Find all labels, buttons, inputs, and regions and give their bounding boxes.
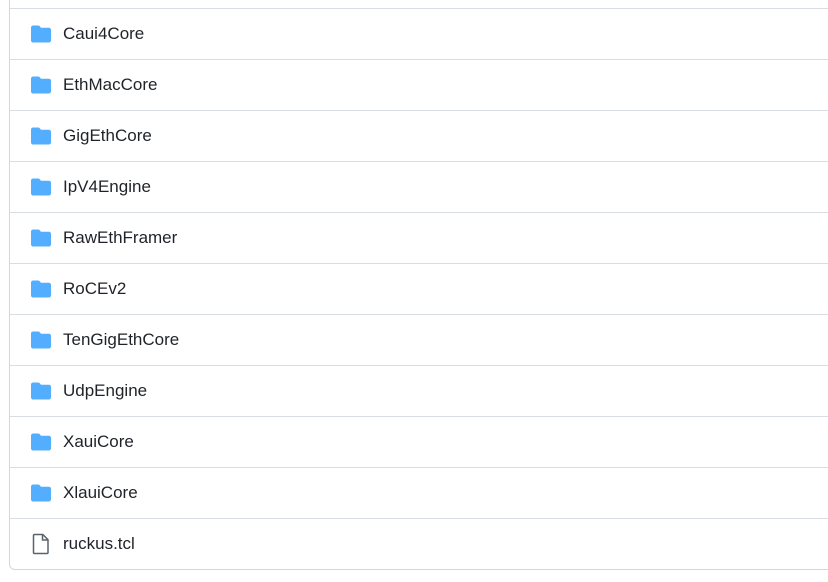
folder-icon: [30, 431, 52, 453]
item-name[interactable]: TenGigEthCore: [63, 330, 179, 350]
folder-icon: [30, 278, 52, 300]
item-name[interactable]: UdpEngine: [63, 381, 147, 401]
list-item-udpengine[interactable]: UdpEngine: [10, 365, 828, 416]
list-item-gigethcore[interactable]: GigEthCore: [10, 110, 828, 161]
folder-icon: [30, 380, 52, 402]
file-icon: [30, 533, 52, 555]
item-name[interactable]: Caui4Core: [63, 24, 144, 44]
list-item-tengigethcore[interactable]: TenGigEthCore: [10, 314, 828, 365]
folder-icon: [30, 227, 52, 249]
list-item-rawethframer[interactable]: RawEthFramer: [10, 212, 828, 263]
item-name[interactable]: GigEthCore: [63, 126, 152, 146]
list-item-rocev2[interactable]: RoCEv2: [10, 263, 828, 314]
file-list: Caui4Core EthMacCore GigEthCore IpV4Engi…: [9, 0, 828, 570]
list-item-caui4core[interactable]: Caui4Core: [10, 8, 828, 59]
item-name[interactable]: RoCEv2: [63, 279, 126, 299]
folder-icon: [30, 176, 52, 198]
item-name[interactable]: XlauiCore: [63, 483, 138, 503]
folder-icon: [30, 23, 52, 45]
item-name[interactable]: EthMacCore: [63, 75, 157, 95]
folder-icon: [30, 125, 52, 147]
list-item-xlauicore[interactable]: XlauiCore: [10, 467, 828, 518]
item-name[interactable]: ruckus.tcl: [63, 534, 135, 554]
list-item-ipv4engine[interactable]: IpV4Engine: [10, 161, 828, 212]
list-item-xauicore[interactable]: XauiCore: [10, 416, 828, 467]
list-item-ruckus-tcl[interactable]: ruckus.tcl: [10, 518, 828, 569]
folder-icon: [30, 482, 52, 504]
folder-icon: [30, 329, 52, 351]
folder-icon: [30, 74, 52, 96]
item-name[interactable]: XauiCore: [63, 432, 134, 452]
list-item-ethmaccore[interactable]: EthMacCore: [10, 59, 828, 110]
item-name[interactable]: IpV4Engine: [63, 177, 151, 197]
item-name[interactable]: RawEthFramer: [63, 228, 177, 248]
